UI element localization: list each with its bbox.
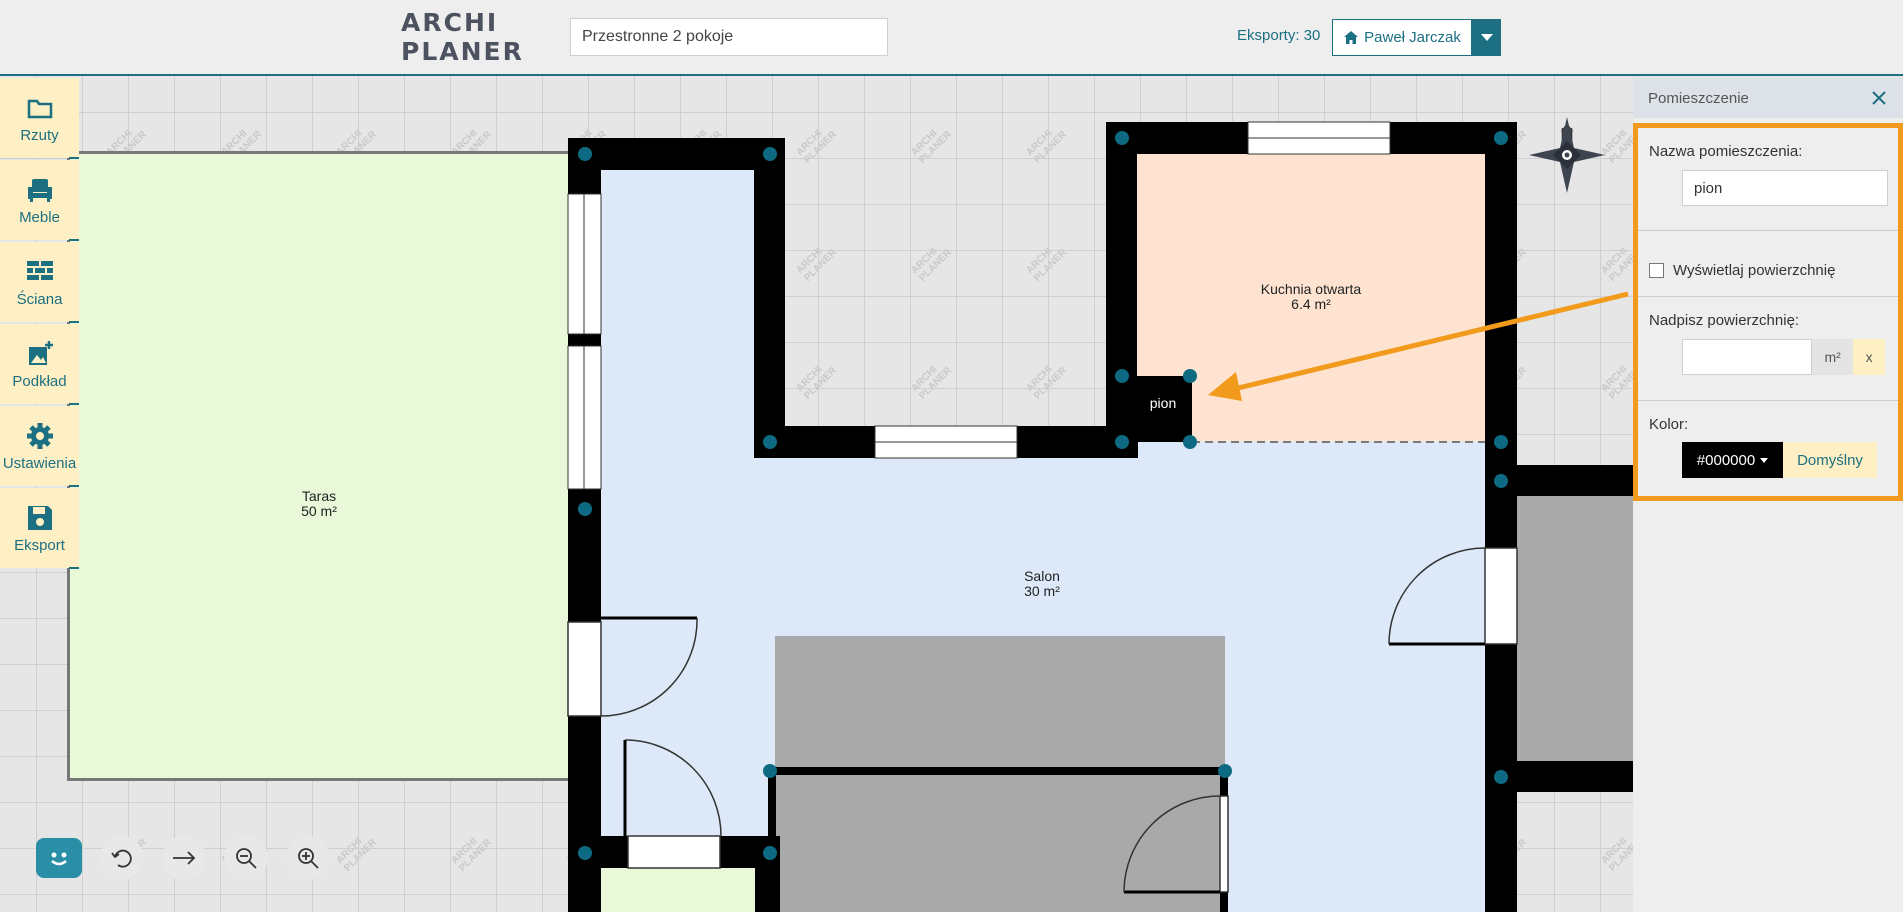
bottom-toolbar xyxy=(36,836,330,880)
sidebar-item-label: Rzuty xyxy=(20,126,59,144)
user-name: Paweł Jarczak xyxy=(1364,29,1461,46)
section-room-name: Nazwa pomieszczenia: xyxy=(1638,128,1898,231)
folder-icon xyxy=(27,99,52,118)
exports-counter: Eksporty: 30 xyxy=(1237,27,1321,44)
color-label: Kolor: xyxy=(1649,416,1689,433)
plan-canvas[interactable]: ARCHIPLANER ARCHIPLANER ARCHIPLANER ARCHIPL… xyxy=(0,76,1633,912)
logo-line2: PLANER xyxy=(401,37,524,66)
panel-title: Pomieszczenie xyxy=(1648,89,1749,107)
sidebar-item-label: Meble xyxy=(19,208,60,226)
default-color-button[interactable]: Domyślny xyxy=(1783,442,1877,478)
close-icon[interactable] xyxy=(1871,90,1887,106)
undo-icon xyxy=(111,849,132,868)
watermark-text: ARCHIPLANER xyxy=(1599,357,1633,402)
watermark-text: ARCHIPLANER xyxy=(1599,829,1633,874)
room-area-salon: 30 m² xyxy=(1024,583,1060,599)
watermark-text: ARCHIPLANER xyxy=(1599,121,1633,166)
color-value: #000000 xyxy=(1696,451,1756,469)
watermark-text: ARCHIPLANER xyxy=(794,239,839,284)
floppy-disk-icon xyxy=(27,505,52,530)
sidebar-item-eksport[interactable]: Eksport xyxy=(0,488,79,569)
caret-down-icon xyxy=(1760,457,1769,463)
zoom-in-button[interactable] xyxy=(286,836,330,880)
watermark-text: ARCHIPLANER xyxy=(1024,357,1069,402)
left-sidebar: Rzuty Meble Ściana Podkład Ustawienia Ek… xyxy=(0,78,79,570)
room-area-taras: 50 m² xyxy=(301,503,337,519)
undo-button[interactable] xyxy=(100,836,144,880)
zoom-in-icon xyxy=(298,848,319,869)
top-bar: ARCHI PLANER Eksporty: 30 Paweł Jarczak xyxy=(0,0,1903,76)
sidebar-item-sciana[interactable]: Ściana xyxy=(0,242,79,323)
room-area-kuchnia: 6.4 m² xyxy=(1291,296,1331,312)
plan-name-input[interactable] xyxy=(570,18,888,56)
image-add-icon xyxy=(28,340,53,365)
room-small-bottom xyxy=(585,866,755,912)
brick-wall-icon xyxy=(26,260,53,280)
gear-icon xyxy=(26,422,53,449)
properties-form: Nazwa pomieszczenia: Wyświetlaj powierzc… xyxy=(1633,123,1903,501)
compass-icon: N xyxy=(1529,117,1605,193)
user-menu-dropdown-toggle[interactable] xyxy=(1472,19,1501,56)
clear-area-button[interactable]: x xyxy=(1853,339,1885,375)
watermark-text: ARCHIPLANER xyxy=(449,829,494,874)
color-row: #000000 Domyślny xyxy=(1682,442,1885,478)
sidebar-item-rzuty[interactable]: Rzuty xyxy=(0,78,79,159)
watermark-text: ARCHIPLANER xyxy=(909,357,954,402)
area-unit: m² xyxy=(1812,339,1854,375)
section-color: Kolor: #000000 Domyślny xyxy=(1638,401,1898,496)
watermark-text: ARCHIPLANER xyxy=(1024,239,1069,284)
logo-line1: ARCHI xyxy=(401,8,499,37)
override-area-input[interactable] xyxy=(1682,339,1812,375)
room-grey-right xyxy=(1515,496,1633,776)
room-properties-panel: Pomieszczenie Nazwa pomieszczenia: Wyświ… xyxy=(1633,78,1903,912)
sidebar-item-label: Eksport xyxy=(14,536,65,554)
sidebar-item-ustawienia[interactable]: Ustawienia xyxy=(0,406,79,487)
zoom-out-icon xyxy=(236,848,257,869)
watermark-text: ARCHIPLANER xyxy=(1024,121,1069,166)
panel-header: Pomieszczenie xyxy=(1633,78,1903,118)
redo-arrow-icon xyxy=(173,851,196,865)
show-area-checkbox[interactable] xyxy=(1649,262,1664,278)
show-area-label: Wyświetlaj powierzchnię xyxy=(1673,261,1836,279)
room-label-taras: Taras xyxy=(302,488,336,504)
watermark-text: ARCHIPLANER xyxy=(794,121,839,166)
room-label-kuchnia: Kuchnia otwarta xyxy=(1261,281,1362,297)
sidebar-item-label: Ściana xyxy=(16,290,63,308)
room-label-pion: pion xyxy=(1150,395,1176,411)
chat-bot-icon xyxy=(51,852,67,866)
override-area-label: Nadpisz powierzchnię: xyxy=(1649,312,1800,329)
watermark-text: ARCHIPLANER xyxy=(909,121,954,166)
section-show-area: Wyświetlaj powierzchnię xyxy=(1638,231,1898,297)
home-icon xyxy=(1344,31,1359,44)
floor-plan[interactable]: ARCHIPLANER ARCHIPLANER ARCHIPLANER ARCHIPL… xyxy=(0,76,1633,912)
sidebar-item-label: Ustawienia xyxy=(2,454,77,472)
chat-bot-button[interactable] xyxy=(36,838,82,878)
sidebar-item-meble[interactable]: Meble xyxy=(0,160,79,241)
room-name-input[interactable] xyxy=(1682,170,1888,206)
section-override-area: Nadpisz powierzchnię: m² x xyxy=(1638,297,1898,401)
room-name-label: Nazwa pomieszczenia: xyxy=(1649,143,1803,160)
watermark-text: ARCHIPLANER xyxy=(794,357,839,402)
watermark-text: ARCHIPLANER xyxy=(334,829,379,874)
logo: ARCHI PLANER xyxy=(401,8,524,66)
caret-down-icon xyxy=(1480,34,1493,41)
watermark-text: ARCHIPLANER xyxy=(909,239,954,284)
room-label-salon: Salon xyxy=(1024,568,1060,584)
armchair-icon xyxy=(27,178,52,202)
zoom-out-button[interactable] xyxy=(224,836,268,880)
watermark-text: ARCHIPLANER xyxy=(1599,239,1633,284)
sidebar-item-label: Podkład xyxy=(12,372,67,390)
override-area-row: m² x xyxy=(1682,339,1885,375)
user-menu-button[interactable]: Paweł Jarczak xyxy=(1332,19,1472,56)
color-picker-button[interactable]: #000000 xyxy=(1682,442,1783,478)
room-taras[interactable] xyxy=(70,154,568,778)
redo-button[interactable] xyxy=(162,836,206,880)
sidebar-item-podklad[interactable]: Podkład xyxy=(0,324,79,405)
